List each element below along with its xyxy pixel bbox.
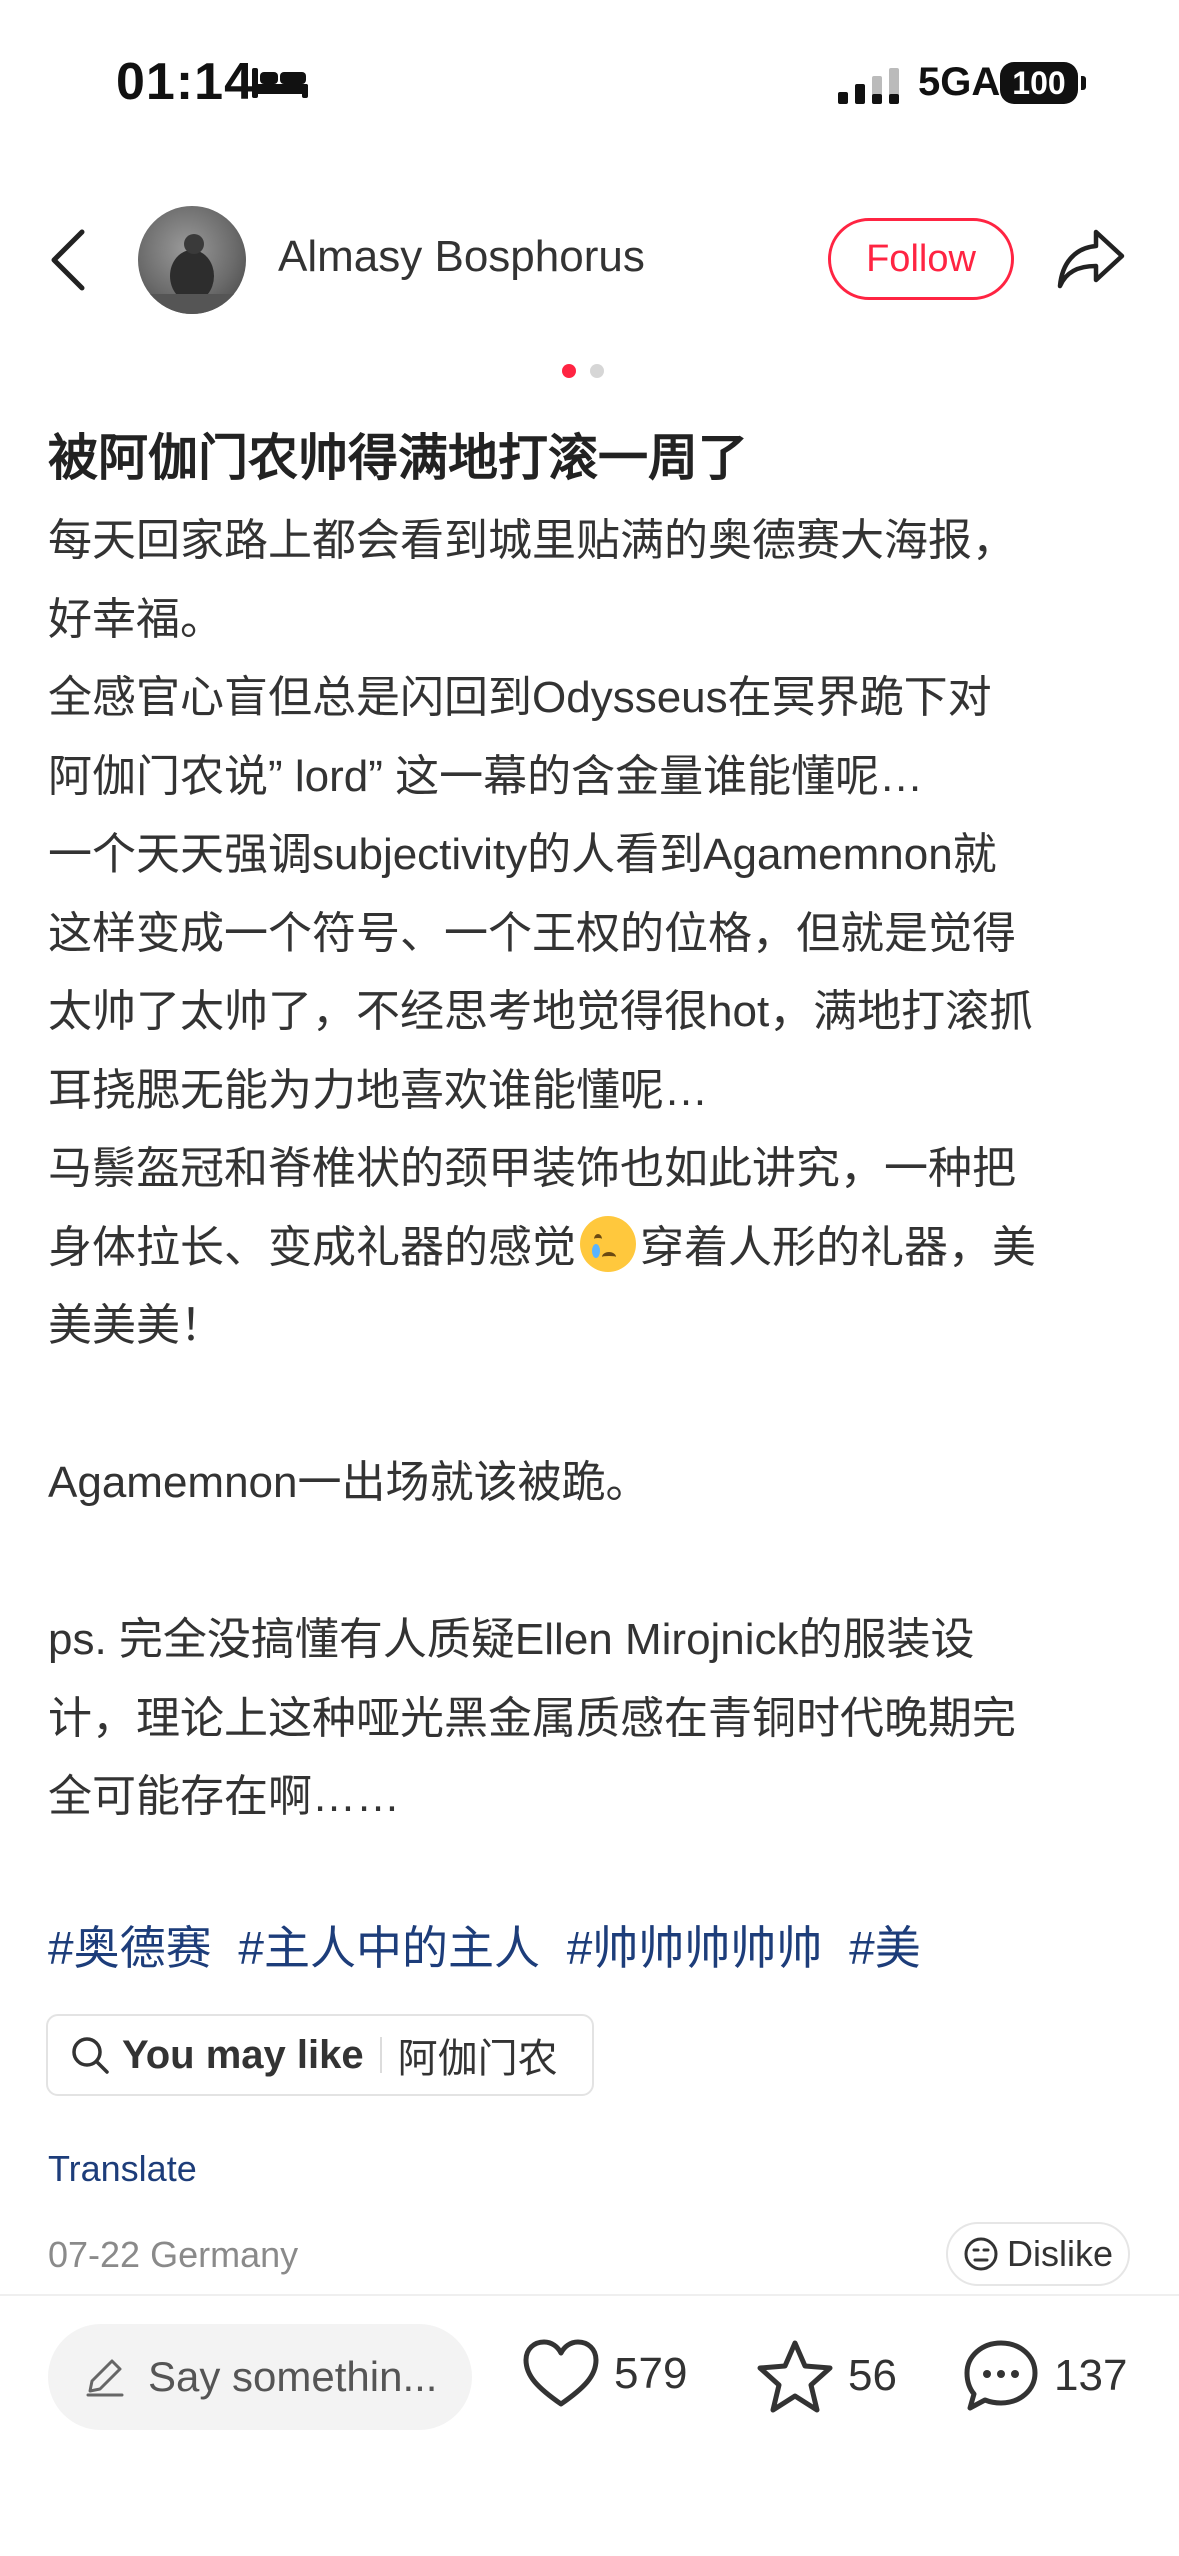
post-body-line: [48, 1523, 1138, 1602]
post-body-text: 美！: [136, 1301, 224, 1350]
heart-icon: [523, 2339, 599, 2407]
author-name[interactable]: Almasy Bosphorus: [278, 232, 645, 282]
post-body-line: 计，理论上这种哑光黑金属质感在青铜时代晚期完: [48, 1693, 1016, 1743]
pencil-icon: [86, 2359, 124, 2397]
sleep-mode-icon: [252, 66, 308, 105]
comment-count: 137: [1054, 2351, 1128, 2400]
post-body-line: 美美美！: [48, 1287, 1138, 1366]
you-may-like-search[interactable]: You may like 阿伽门农: [46, 2014, 594, 2096]
post-body-line: [48, 1366, 1138, 1445]
post-body-line: 马鬃盔冠和脊椎状的颈甲装饰也如此讲究，一种把: [48, 1144, 1016, 1193]
status-time: 01:14: [116, 53, 254, 111]
post-body: 每天回家路上都会看到城里贴满的奥德赛大海报， 好幸福。 全感官心盲但总是闪回到O…: [48, 502, 1138, 1837]
signal-icon: [838, 66, 902, 111]
collect-count: 56: [848, 2351, 897, 2400]
comment-bubble-icon: [964, 2340, 1038, 2411]
search-icon: [72, 2037, 109, 2074]
post-body-line: 身体拉长、变成礼器的感觉 穿着人形的礼器，美: [48, 1209, 1138, 1288]
post-body-text: 美美: [48, 1301, 136, 1350]
collect-button[interactable]: 56: [756, 2338, 897, 2414]
you-may-like-label: You may like: [122, 2032, 364, 2077]
post-body-line: 每天回家路上都会看到城里贴满的奥德赛大海报，: [48, 516, 1016, 565]
battery-level: 100: [1012, 64, 1066, 101]
post-date-location: 07-22 Germany: [48, 2234, 299, 2275]
star-icon: [757, 2340, 833, 2413]
post-body-line: ps. 完全没搞懂有人质疑Ellen Mirojnick的服装设: [48, 1615, 975, 1664]
post-body-line: Agamemnon一出场就该被跪。: [48, 1458, 650, 1507]
dislike-button[interactable]: Dislike: [946, 2222, 1130, 2286]
post-body-line: 一个天天强调subjectivity的人看到Agamemnon就: [48, 830, 997, 879]
post-body-text: 穿着人形的礼器，美: [640, 1222, 1036, 1272]
comment-input[interactable]: Say somethin...: [48, 2324, 472, 2430]
hashtag[interactable]: #帅帅帅帅帅: [567, 1922, 823, 1974]
avatar[interactable]: [138, 206, 246, 314]
post-body-line: 好幸福。: [48, 594, 224, 644]
bottom-divider: [0, 2294, 1179, 2296]
post-body-line: 耳挠腮无能为力地喜欢谁能懂呢…: [48, 1065, 708, 1115]
follow-button[interactable]: Follow: [828, 218, 1014, 300]
post-body-line: 太帅了太帅了，不经思考地觉得很hot，满地打滚抓: [48, 987, 1034, 1036]
divider: [379, 2037, 382, 2073]
neutral-face-icon: [964, 2237, 998, 2271]
carousel-dot: [590, 364, 604, 378]
hashtag-list: #奥德赛 #主人中的主人 #帅帅帅帅帅 #美: [48, 1912, 935, 1978]
battery-tip: [1081, 76, 1086, 90]
comment-placeholder: Say somethin...: [148, 2353, 438, 2400]
hashtag[interactable]: #主人中的主人: [238, 1922, 540, 1974]
carousel-dot-active: [562, 364, 576, 378]
post-body-text: 身体拉长、变成礼器的感觉: [48, 1222, 576, 1272]
battery-icon: 100: [1000, 62, 1078, 104]
like-button[interactable]: 579: [522, 2338, 687, 2410]
crying-face-icon: [580, 1215, 636, 1272]
post-body-line: 全可能存在啊……: [48, 1772, 400, 1821]
back-icon[interactable]: [48, 228, 88, 297]
post-body-line: 全感官心盲但总是闪回到Odysseus在冥界跪下对: [48, 673, 992, 722]
translate-link[interactable]: Translate: [48, 2148, 197, 2190]
dislike-label: Dislike: [1006, 2233, 1113, 2274]
post-title: 被阿伽门农帅得满地打滚一周了: [48, 430, 748, 486]
post-body-line: 这样变成一个符号、一个王权的位格，但就是觉得: [48, 908, 1016, 958]
hashtag[interactable]: #奥德赛: [48, 1922, 212, 1974]
comment-button[interactable]: 137: [962, 2338, 1127, 2414]
like-count: 579: [614, 2349, 688, 2398]
you-may-like-keyword: 阿伽门农: [397, 2037, 558, 2081]
hashtag[interactable]: #美: [849, 1922, 921, 1974]
share-icon[interactable]: [1056, 226, 1126, 297]
post-body-line: 阿伽门农说” lord” 这一幕的含金量谁能懂呢…: [48, 751, 924, 801]
network-type: 5GA: [918, 60, 1001, 104]
